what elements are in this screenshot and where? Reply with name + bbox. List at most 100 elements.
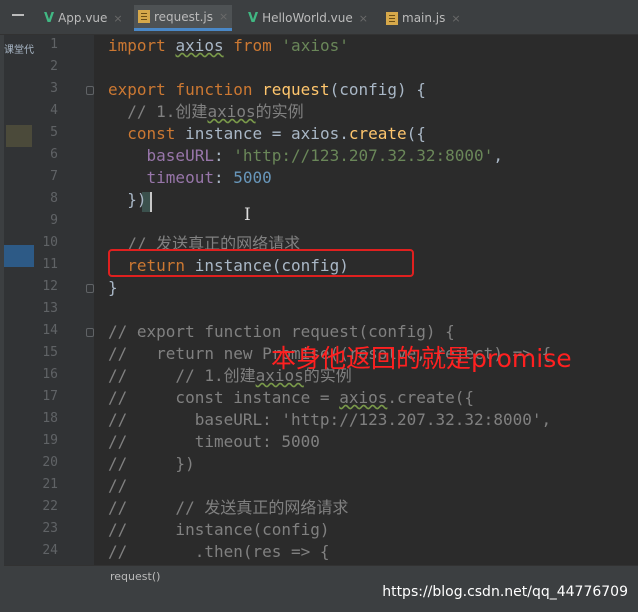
close-icon[interactable]: ×	[113, 12, 122, 25]
minimize-icon[interactable]	[12, 14, 24, 16]
comment: // timeout: 5000	[108, 432, 320, 451]
close-icon[interactable]: ×	[219, 10, 228, 23]
number-literal: 5000	[233, 168, 272, 187]
tab-request-js[interactable]: request.js ×	[134, 5, 233, 31]
code-text: instance = axios.	[185, 124, 349, 143]
code-line-21: //	[108, 475, 127, 497]
line-number: 17	[42, 389, 58, 404]
code-line-6: baseURL: 'http://123.207.32.32:8000',	[108, 145, 503, 167]
fold-icon[interactable]	[86, 284, 94, 293]
code-line-3: export function request(config) {	[108, 79, 426, 101]
identifier: axios	[175, 36, 224, 55]
vue-file-icon: V	[44, 10, 55, 26]
line-number: 20	[42, 455, 58, 470]
line-number: 13	[42, 301, 58, 316]
breadcrumb-function[interactable]: request()	[110, 570, 160, 583]
line-number: 14	[42, 323, 58, 338]
editor-tab-bar: V App.vue × request.js × V HelloWorld.vu…	[0, 0, 638, 35]
code-text: :	[213, 168, 234, 187]
comment: // 1.创建	[127, 102, 208, 121]
code-line-17: // const instance = axios.create({	[108, 387, 474, 409]
code-line-5: const instance = axios.create({	[108, 123, 426, 145]
code-line-22: // // 发送真正的网络请求	[108, 497, 348, 519]
comment: //	[108, 476, 128, 495]
text-caret	[150, 192, 152, 212]
code-text: }	[108, 278, 118, 297]
comment: axios	[339, 388, 388, 407]
comment: .create({	[387, 388, 475, 407]
watermark-text: https://blog.csdn.net/qq_44776709	[382, 584, 628, 600]
close-icon[interactable]: ×	[359, 12, 368, 25]
comment: // // 1.创建	[108, 366, 256, 385]
code-text: :	[213, 146, 234, 165]
code-line-23: // instance(config)	[108, 519, 330, 541]
code-text: })	[127, 190, 147, 209]
tab-label: main.js	[402, 11, 446, 25]
line-number: 21	[42, 477, 58, 492]
string-literal: 'http://123.207.32.32:8000'	[233, 146, 494, 165]
red-highlight-box	[108, 249, 414, 277]
line-number: 2	[50, 59, 58, 74]
line-number: 23	[42, 521, 58, 536]
line-number: 5	[50, 125, 58, 140]
comment: // // 发送真正的网络请求	[108, 498, 349, 517]
keyword: from	[233, 36, 272, 55]
line-number: 18	[42, 411, 58, 426]
close-icon[interactable]: ×	[451, 12, 460, 25]
line-number: 6	[50, 147, 58, 162]
fold-icon[interactable]	[86, 328, 94, 337]
comment: axios	[207, 102, 256, 121]
method-name: create	[348, 124, 407, 143]
js-file-icon	[138, 10, 150, 23]
code-line-20: // })	[108, 453, 195, 475]
line-number: 3	[50, 81, 58, 96]
tab-label: App.vue	[58, 11, 108, 25]
property-key: baseURL	[146, 146, 214, 165]
mouse-ibeam-cursor-icon: I	[244, 205, 251, 225]
code-text: ({	[406, 124, 426, 143]
tab-label: request.js	[154, 9, 214, 24]
comment: // instance(config)	[108, 520, 330, 539]
sidebar-selection-marker	[6, 125, 32, 147]
project-sidebar-strip[interactable]: 课堂代	[4, 35, 34, 565]
line-number: 8	[50, 191, 58, 206]
code-line-1: import axios from 'axios'	[108, 35, 349, 57]
property-key: timeout	[146, 168, 214, 187]
tab-main-js[interactable]: main.js ×	[386, 7, 461, 29]
line-number: 22	[42, 499, 58, 514]
line-number: 1	[50, 37, 58, 52]
tab-helloworld-vue[interactable]: V HelloWorld.vue ×	[248, 7, 368, 29]
code-line-12: }	[108, 277, 118, 299]
code-line-8: })	[108, 189, 147, 211]
code-line-4: // 1.创建axios的实例	[108, 101, 304, 123]
code-line-7: timeout: 5000	[108, 167, 272, 189]
comment: // const instance =	[108, 388, 340, 407]
js-file-icon	[386, 11, 398, 25]
line-number: 7	[50, 169, 58, 184]
code-editor[interactable]: import axios from 'axios' export functio…	[94, 35, 638, 565]
keyword: export	[108, 80, 166, 99]
comment: // baseURL: 'http://123.207.32.32:8000',	[108, 410, 552, 429]
line-number: 19	[42, 433, 58, 448]
comment: 的实例	[255, 102, 304, 121]
line-number: 16	[42, 367, 58, 382]
code-line-18: // baseURL: 'http://123.207.32.32:8000',	[108, 409, 551, 431]
vue-file-icon: V	[248, 10, 259, 26]
tab-label: HelloWorld.vue	[262, 11, 353, 25]
code-line-24: // .then(res => {	[108, 541, 330, 563]
line-number: 11	[42, 257, 58, 272]
sidebar-active-marker	[4, 245, 34, 267]
code-text: ,	[493, 146, 503, 165]
params: (config) {	[329, 80, 426, 99]
line-number: 24	[42, 543, 58, 558]
tab-app-vue[interactable]: V App.vue ×	[44, 7, 123, 29]
line-number: 4	[50, 103, 58, 118]
line-number: 9	[50, 213, 58, 228]
line-number: 12	[42, 279, 58, 294]
comment: // })	[108, 454, 195, 473]
function-name: request	[262, 80, 330, 99]
string-literal: 'axios'	[281, 36, 349, 55]
fold-icon[interactable]	[86, 86, 94, 95]
sidebar-label: 课堂代	[4, 45, 34, 56]
line-number: 10	[42, 235, 58, 250]
